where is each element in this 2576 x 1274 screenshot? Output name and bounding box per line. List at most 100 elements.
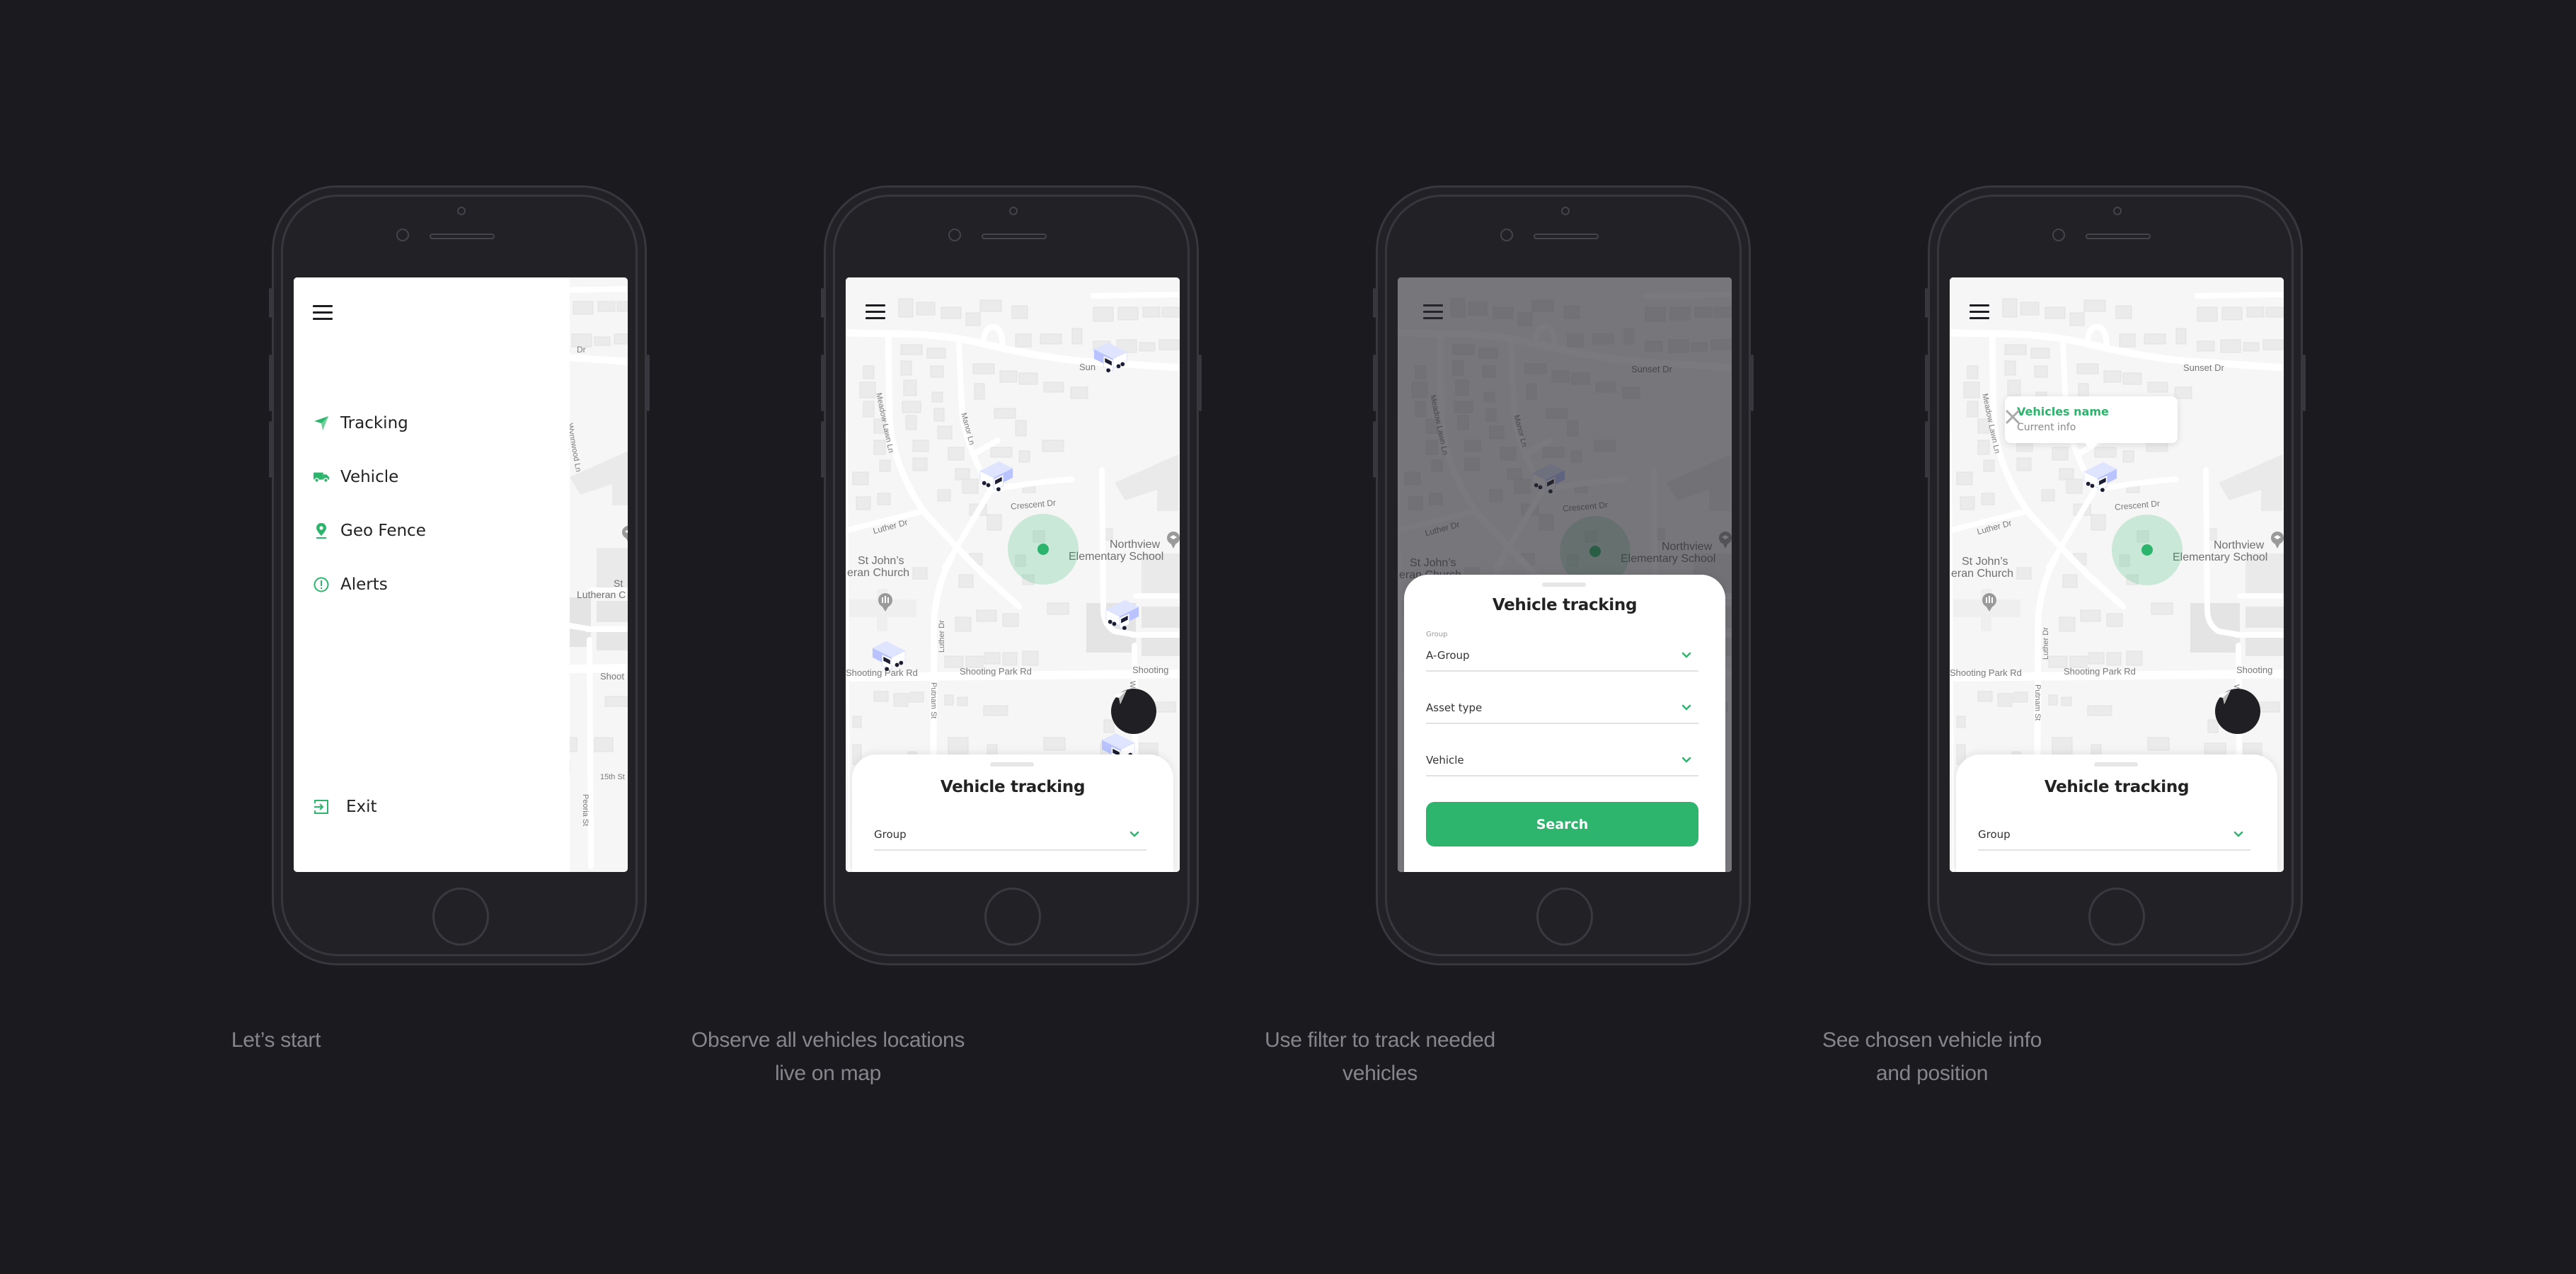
map-label-street: Luther Dr [2042,627,2050,660]
map-label-street: Luther Dr [938,620,946,653]
sheet-title: Vehicle tracking [2044,778,2190,796]
menu-toggle-button[interactable] [1970,304,1989,320]
geofence-area[interactable] [1008,514,1079,585]
menu-toggle-button[interactable] [313,305,333,321]
map-label-street: Shooting Park Rd [1950,667,2022,678]
screen-column-filter: Sunset Dr Meadow Lawn Ln Manor Ln Cresce… [1104,0,1754,1274]
hamburger-icon [866,304,885,306]
map-label-place: St John’s [1962,556,2008,568]
menu-item-tracking[interactable]: Tracking [314,411,408,436]
vehicle-current-info: Current info [2017,422,2076,433]
group-select[interactable]: Group [1978,810,2250,851]
navigation-arrow-icon [2216,690,2231,704]
map-pin-icon [314,523,329,539]
hamburger-icon [1970,304,1989,306]
proximity-sensor [1561,207,1570,215]
screen-column-menu: Dr Wynnwood Ln St Lutheran C Shoot 15th … [0,0,650,1274]
map-label-street: Shooting Park Rd [960,666,1032,677]
sheet-drag-handle[interactable] [2094,762,2138,767]
exit-button[interactable]: Exit [314,794,377,820]
group-select-value: A-Group [1426,649,1470,662]
group-select-label: Group [1426,631,1448,638]
caption-line: Let’s start [231,1028,321,1052]
menu-item-label: Vehicle [340,468,399,486]
earpiece-speaker [982,234,1047,239]
home-button [984,888,1041,946]
map-label-place: eran Church [847,567,910,579]
power-button [2303,355,2306,411]
screen-column-all-vehicles: Sun Meadow Lawn Ln Manor Ln Crescent Dr … [552,0,1202,1274]
asset-type-placeholder: Asset type [1426,701,1483,714]
caption: Observe all vehicles locations live on m… [552,1023,1104,1090]
caption: Let’s start [0,1023,552,1057]
volume-down-button [269,421,272,478]
caption-line: Use filter to track needed [1265,1028,1495,1052]
volume-down-button [821,421,824,478]
caption: See chosen vehicle info and position [1656,1023,2208,1090]
menu-item-vehicle[interactable]: Vehicle [314,464,398,490]
front-camera [396,229,409,241]
volume-up-button [1925,355,1928,411]
mute-switch [1373,288,1376,318]
group-select-placeholder: Group [1978,828,2011,841]
volume-up-button [269,355,272,411]
front-camera [1500,229,1513,241]
menu-item-label: Geo Fence [340,522,426,540]
earpiece-speaker [2086,234,2151,239]
exit-label: Exit [346,798,377,816]
volume-up-button [821,355,824,411]
menu-item-label: Tracking [340,414,408,432]
home-button [432,888,489,946]
proximity-sensor [2113,207,2122,215]
truck-icon [314,469,329,485]
caption: Use filter to track needed vehicles [1104,1023,1656,1090]
vehicle-info-popup: Vehicles name Current info [2005,396,2178,450]
sheet-drag-handle[interactable] [990,762,1034,767]
selected-vehicle-marker[interactable] [2078,459,2122,493]
menu-item-geo-fence[interactable]: Geo Fence [314,518,426,544]
hamburger-line [313,311,333,314]
volume-down-button [1925,421,1928,478]
vehicle-placeholder: Vehicle [1426,754,1464,767]
map-label-place: St John’s [858,555,904,567]
front-camera [2052,229,2065,241]
earpiece-speaker [430,234,495,239]
close-icon[interactable] [2005,409,2020,425]
volume-down-button [1373,421,1376,478]
map-label-place: Elementary School [2173,551,2268,563]
menu-toggle-button[interactable] [866,304,885,320]
proximity-sensor [1009,207,1018,215]
navigation-drawer: Tracking Vehicle Geo Fence Alerts Exit [294,277,570,872]
map-label-street: Shooting [2236,665,2273,675]
map-label-street: Sunset Dr [2183,362,2224,373]
hamburger-line [866,311,885,313]
map-label-place: eran Church [1951,568,2014,580]
my-location-button[interactable] [2215,689,2260,734]
vehicle-marker[interactable] [867,638,911,672]
exit-icon [314,799,329,815]
map-label-street: Putnam St [2033,684,2042,721]
menu-item-label: Alerts [340,575,388,594]
caption-line: See chosen vehicle info [1822,1028,2042,1052]
mute-switch [1925,288,1928,318]
vehicle-marker[interactable] [974,459,1018,493]
mute-switch [821,288,824,318]
hamburger-line [1970,311,1989,313]
hamburger-line [313,318,333,320]
home-button [2088,888,2145,946]
hamburger-line [1970,317,1989,319]
sheet-drag-handle[interactable] [1542,583,1586,587]
phone-screen: Sunset Dr Meadow Lawn Ln Crescent Dr Lut… [1950,277,2284,872]
screen-column-vehicle-info: Sunset Dr Meadow Lawn Ln Crescent Dr Lut… [1656,0,2306,1274]
vehicle-tracking-sheet: Vehicle tracking Group [1956,754,2277,872]
map-label-street: Shooting Park Rd [2064,666,2136,677]
hamburger-line [866,317,885,319]
menu-item-alerts[interactable]: Alerts [314,572,388,597]
proximity-sensor [457,207,466,215]
front-camera [948,229,961,241]
navigation-arrow-icon [314,415,329,431]
volume-up-button [1373,355,1376,411]
phone-frame: Sunset Dr Meadow Lawn Ln Crescent Dr Lut… [1925,185,2306,965]
geofence-area[interactable] [2112,515,2183,585]
home-button [1536,888,1593,946]
